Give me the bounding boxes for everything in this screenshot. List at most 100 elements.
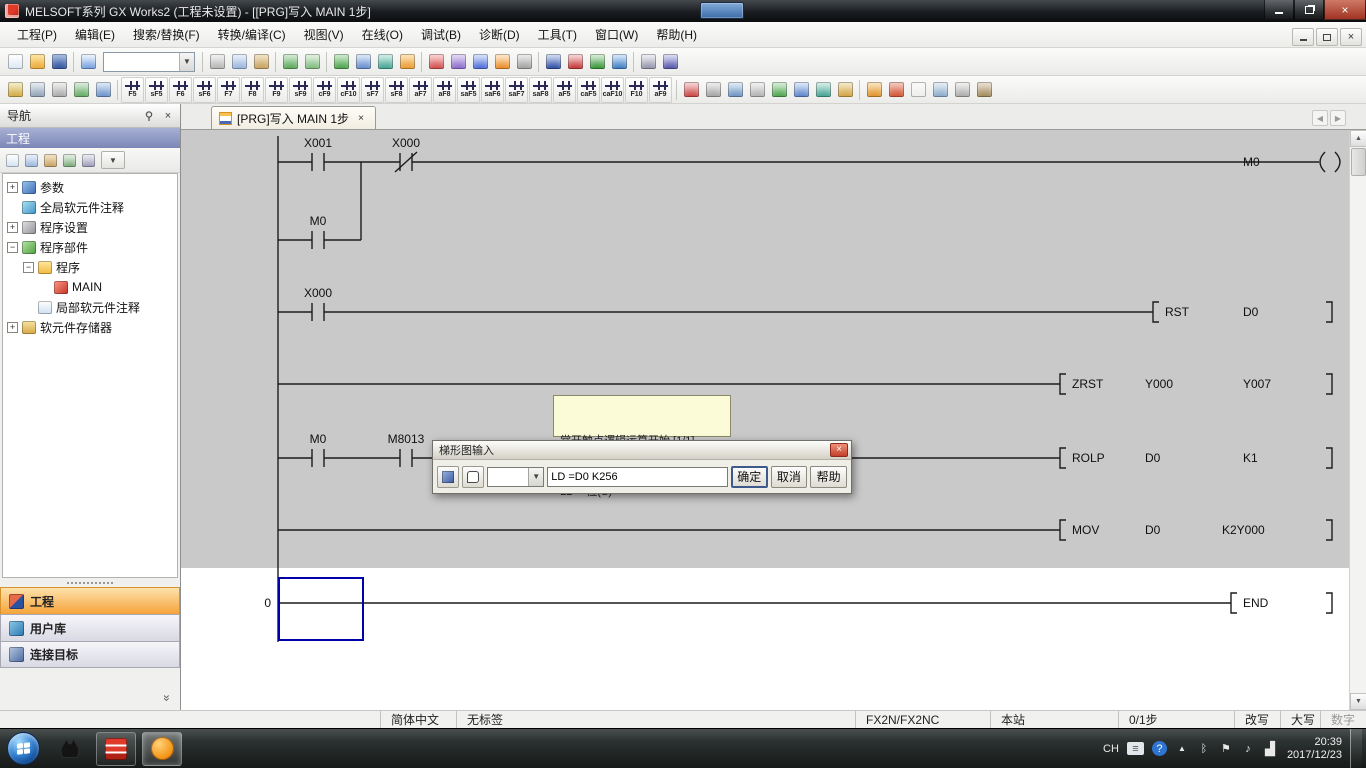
language-bar[interactable] xyxy=(700,2,744,19)
edit-cursor-cell[interactable] xyxy=(279,578,363,640)
redo-icon[interactable] xyxy=(301,50,323,74)
pin-icon[interactable] xyxy=(141,108,157,123)
scroll-down-icon[interactable]: ▼ xyxy=(1350,693,1366,710)
start-button[interactable] xyxy=(7,732,40,765)
hidden-icons-arrow[interactable]: ▲ xyxy=(1175,741,1189,757)
nav-new-data-icon[interactable] xyxy=(3,150,22,170)
nav-paste-icon[interactable] xyxy=(41,150,60,170)
menu-item[interactable]: 诊断(D) xyxy=(470,22,529,47)
rising-pulse-close-button[interactable]: saF5 xyxy=(457,77,480,103)
taskbar-app-browser[interactable] xyxy=(142,732,182,766)
tree-item[interactable]: − 程序 xyxy=(3,257,177,277)
monitor-start-icon[interactable] xyxy=(542,50,564,74)
rect-select-icon[interactable] xyxy=(746,78,768,102)
docking-window-icon[interactable] xyxy=(26,78,48,102)
open-contact-button[interactable]: F5 xyxy=(121,77,144,103)
scrollbar-thumb[interactable] xyxy=(1351,148,1366,176)
no-convert-button[interactable]: caF10 xyxy=(601,77,624,103)
vertical-line-button[interactable]: sF9 xyxy=(289,77,312,103)
expand-toggle[interactable]: − xyxy=(7,242,18,253)
menu-item[interactable]: 工具(T) xyxy=(529,22,586,47)
copy-icon[interactable] xyxy=(228,50,250,74)
device-test-icon[interactable] xyxy=(608,50,630,74)
network-icon[interactable]: ▟ xyxy=(1263,741,1277,757)
falling-pulse-close-button[interactable]: saF6 xyxy=(481,77,504,103)
tree-item[interactable]: − 程序部件 xyxy=(3,237,177,257)
ime-lang-indicator[interactable]: CH xyxy=(1103,741,1119,757)
delete-horizontal-line-button[interactable]: cF9 xyxy=(313,77,336,103)
program-select-combo[interactable]: ▼ xyxy=(103,52,195,72)
project-window-icon[interactable] xyxy=(4,78,26,102)
taskbar-app-pinned[interactable] xyxy=(50,732,90,766)
build-icon[interactable] xyxy=(659,50,681,74)
bluetooth-icon[interactable]: ᛒ xyxy=(1197,741,1211,757)
comment-input-button[interactable] xyxy=(462,466,484,488)
nav-filter-icon[interactable] xyxy=(79,150,98,170)
invert-operation-button[interactable]: aF5 xyxy=(553,77,576,103)
view-mode-dropdown[interactable]: ▼ xyxy=(101,151,125,169)
tab-main-program[interactable]: [PRG]写入 MAIN 1步 × xyxy=(211,106,376,129)
edit-line-icon[interactable] xyxy=(680,78,702,102)
zoom-in-icon[interactable] xyxy=(907,78,929,102)
tree-item[interactable]: + 程序设置 xyxy=(3,217,177,237)
nav-sort-icon[interactable] xyxy=(60,150,79,170)
delete-vertical-line-button[interactable]: cF10 xyxy=(337,77,360,103)
tree-item[interactable]: 全局软元件注释 xyxy=(3,197,177,217)
read-from-plc-icon[interactable] xyxy=(491,50,513,74)
ime-help-icon[interactable]: ? xyxy=(1152,741,1167,756)
mdi-minimize-button[interactable] xyxy=(1292,28,1314,46)
parameter-icon[interactable] xyxy=(425,50,447,74)
monitor-write-icon[interactable] xyxy=(586,50,608,74)
menu-item[interactable]: 转换/编译(C) xyxy=(209,22,295,47)
mdi-restore-button[interactable] xyxy=(1316,28,1338,46)
nav-copy-icon[interactable] xyxy=(22,150,41,170)
tab-close-icon[interactable]: × xyxy=(354,111,368,125)
dialog-title-bar[interactable]: 梯形图输入 × xyxy=(433,441,851,460)
symbol-type-combo[interactable]: ▼ xyxy=(487,467,545,487)
vertical-scrollbar[interactable]: ▲ ▼ xyxy=(1349,130,1366,710)
help-icon[interactable] xyxy=(77,50,99,74)
ok-button[interactable]: 确定 xyxy=(731,466,768,488)
cancel-button[interactable]: 取消 xyxy=(771,466,808,488)
new-project-icon[interactable] xyxy=(4,50,26,74)
find-device-icon[interactable] xyxy=(973,78,995,102)
parallel-falling-pulse-close-button[interactable]: saF8 xyxy=(529,77,552,103)
ladder-diagram[interactable]: X001 X000 M0 M0 X000 RST D0 ZRST Y000 Y0… xyxy=(181,130,1349,710)
menu-item[interactable]: 工程(P) xyxy=(8,22,66,47)
zoom-100-icon[interactable] xyxy=(951,78,973,102)
minimize-button[interactable] xyxy=(1264,0,1294,20)
tree-item[interactable]: 局部软元件注释 xyxy=(3,297,177,317)
instruction-input[interactable] xyxy=(547,467,728,487)
tree-item[interactable]: MAIN xyxy=(3,277,177,297)
horizontal-line-button[interactable]: F9 xyxy=(265,77,288,103)
program-check-icon[interactable] xyxy=(637,50,659,74)
taskbar-clock[interactable]: 20:39 2017/12/23 xyxy=(1287,736,1342,762)
taskbar-app-gxworks[interactable] xyxy=(96,732,136,766)
expand-toggle[interactable]: + xyxy=(7,182,18,193)
menu-item[interactable]: 窗口(W) xyxy=(586,22,647,47)
menu-item[interactable]: 在线(O) xyxy=(353,22,412,47)
close-nav-icon[interactable]: × xyxy=(160,108,176,123)
tree-item[interactable]: + 软元件存储器 xyxy=(3,317,177,337)
undo-icon[interactable] xyxy=(279,50,301,74)
convert-operation-button[interactable]: caF5 xyxy=(577,77,600,103)
monitor-stop-icon[interactable] xyxy=(564,50,586,74)
write-to-plc-icon[interactable] xyxy=(469,50,491,74)
device-memory-icon[interactable] xyxy=(396,50,418,74)
operation-result-pulse-button[interactable]: aF9 xyxy=(649,77,672,103)
close-button[interactable]: × xyxy=(1324,0,1366,20)
outline-window-icon[interactable] xyxy=(48,78,70,102)
parallel-open-contact-button[interactable]: sF5 xyxy=(145,77,168,103)
volume-icon[interactable]: ♪ xyxy=(1241,741,1255,757)
display-mode-icon[interactable] xyxy=(885,78,907,102)
more-buttons-chevron-icon[interactable]: » xyxy=(159,689,175,707)
comment-display-icon[interactable] xyxy=(92,78,114,102)
menu-item[interactable]: 调试(B) xyxy=(412,22,470,47)
statement-icon[interactable] xyxy=(352,50,374,74)
parallel-closed-contact-button[interactable]: sF6 xyxy=(193,77,216,103)
application-instruction-button[interactable]: F8 xyxy=(241,77,264,103)
keyboard-icon[interactable]: ≡ xyxy=(1127,742,1144,755)
note-edit-icon[interactable] xyxy=(812,78,834,102)
display-grid-icon[interactable] xyxy=(863,78,885,102)
dialog-close-button[interactable]: × xyxy=(830,443,848,457)
